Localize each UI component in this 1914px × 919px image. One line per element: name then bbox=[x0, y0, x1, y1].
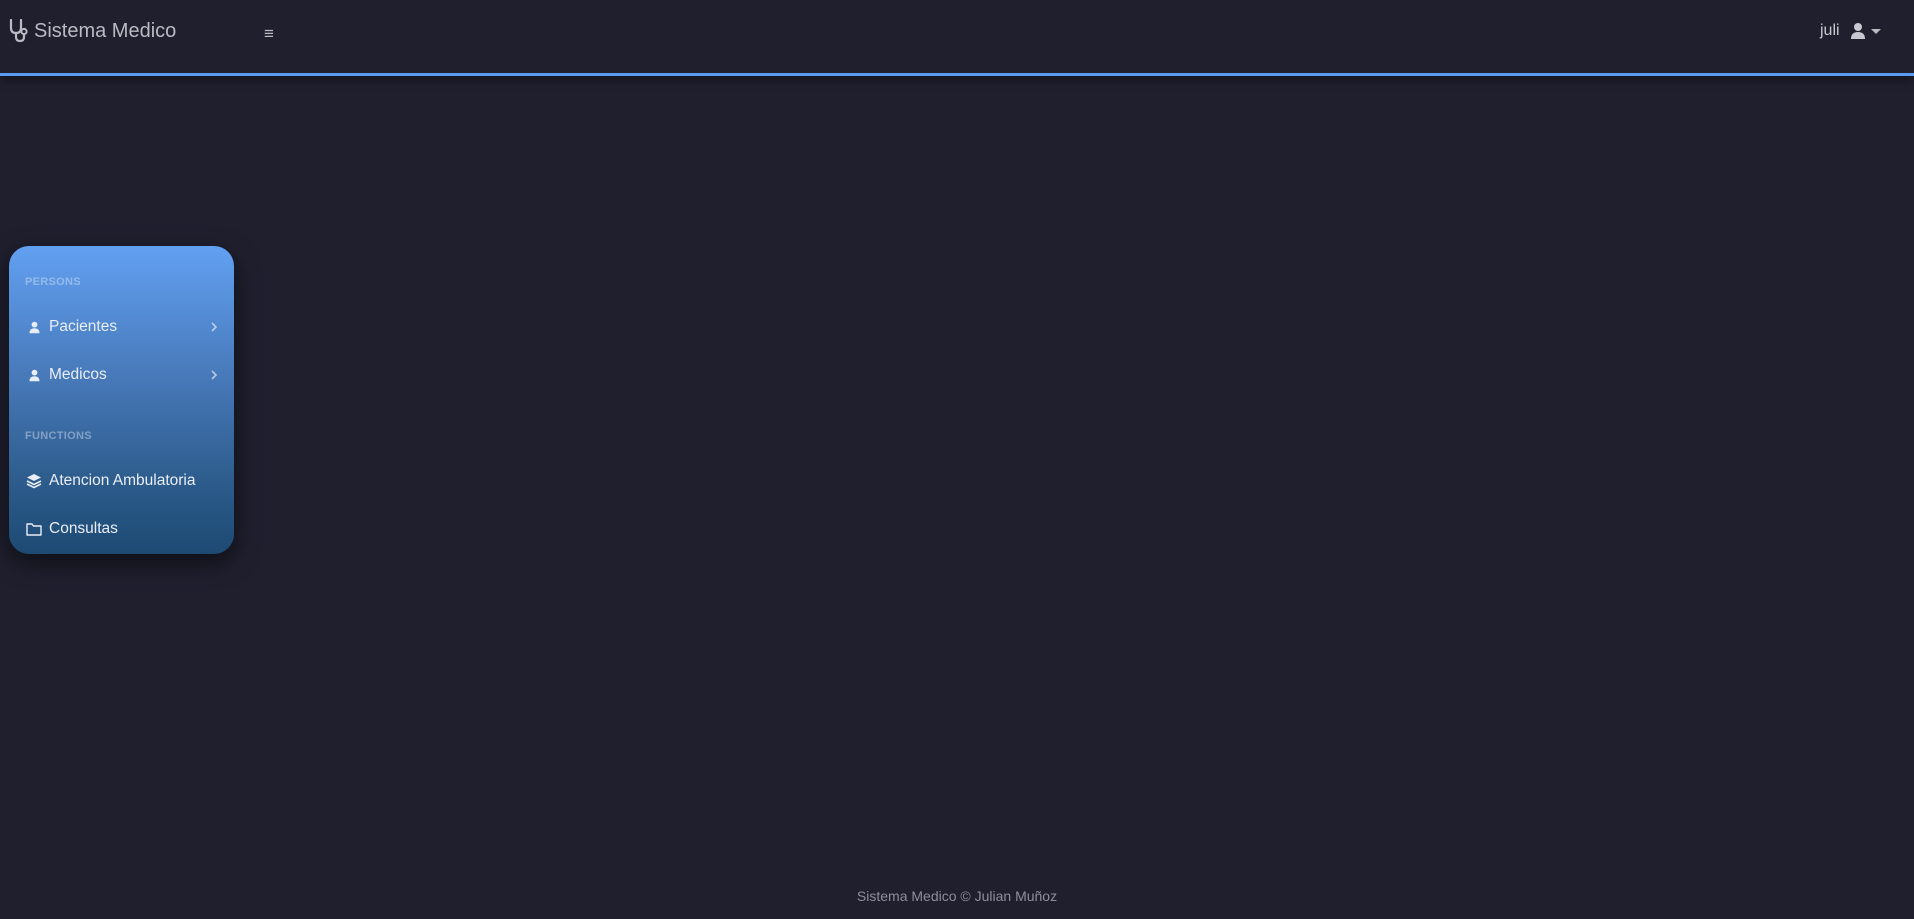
stethoscope-icon bbox=[8, 18, 30, 44]
chevron-right-icon bbox=[209, 321, 219, 333]
sidebar-item-pacientes[interactable]: Pacientes bbox=[9, 309, 234, 345]
page-footer: Sistema Medico © Julian Muñoz bbox=[0, 888, 1914, 904]
sidebar-heading-persons: PERSONS bbox=[25, 276, 81, 288]
sidebar-item-atencion-ambulatoria[interactable]: Atencion Ambulatoria bbox=[9, 463, 234, 499]
chevron-down-icon bbox=[1870, 28, 1881, 34]
sidebar-item-label: Atencion Ambulatoria bbox=[49, 472, 196, 489]
user-icon bbox=[1850, 22, 1866, 40]
layers-icon bbox=[26, 473, 42, 489]
hamburger-icon: ≡ bbox=[264, 24, 274, 43]
user-dropdown[interactable]: juli bbox=[1820, 22, 1881, 40]
chevron-right-icon bbox=[209, 369, 219, 381]
sidebar-item-label: Pacientes bbox=[49, 318, 118, 335]
footer-text: Sistema Medico © Julian Muñoz bbox=[856, 888, 1058, 904]
sidebar-item-label: Medicos bbox=[49, 366, 107, 383]
user-name: juli bbox=[1820, 22, 1840, 39]
brand-link[interactable]: Sistema Medico bbox=[8, 18, 176, 44]
sidebar-item-consultas[interactable]: Consultas bbox=[9, 511, 234, 547]
user-icon bbox=[26, 319, 42, 335]
sidebar-toggle-button[interactable]: ≡ bbox=[260, 22, 278, 46]
brand-title: Sistema Medico bbox=[34, 19, 177, 42]
top-navbar: Sistema Medico ≡ juli bbox=[0, 0, 1914, 76]
app-page: Sistema Medico ≡ juli PERSONS Pacientes … bbox=[0, 0, 1914, 919]
sidebar: PERSONS Pacientes Medicos FUNCTIONS Aten… bbox=[9, 246, 234, 554]
user-icon bbox=[26, 367, 42, 383]
sidebar-heading-functions: FUNCTIONS bbox=[25, 430, 92, 442]
folder-icon bbox=[26, 521, 42, 537]
sidebar-item-label: Consultas bbox=[49, 520, 118, 537]
sidebar-item-medicos[interactable]: Medicos bbox=[9, 357, 234, 393]
